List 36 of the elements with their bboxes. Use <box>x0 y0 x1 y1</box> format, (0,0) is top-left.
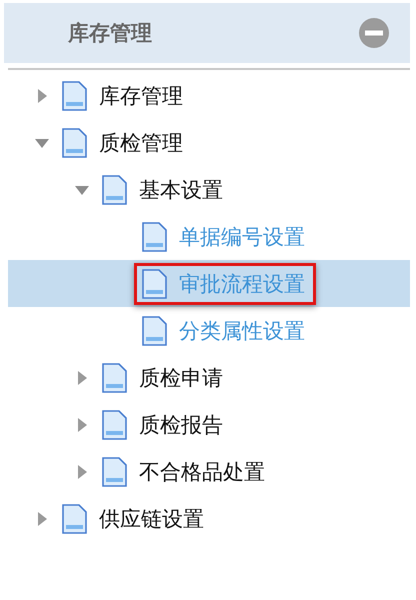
tree-label: 库存管理 <box>99 82 183 110</box>
tree-row[interactable]: 质检报告 <box>8 401 410 448</box>
document-icon <box>61 504 87 534</box>
tree-label: 基本设置 <box>139 176 223 204</box>
document-icon <box>61 80 87 110</box>
tree-label: 分类属性设置 <box>179 318 305 344</box>
document-icon <box>61 128 87 158</box>
tree-label: 不合格品处置 <box>139 458 265 486</box>
tree-label: 单据编号设置 <box>179 224 305 250</box>
tree-item[interactable]: 质检管理 <box>54 122 194 164</box>
document-icon <box>101 410 127 440</box>
document-icon <box>141 222 167 252</box>
document-icon <box>101 362 127 392</box>
document-icon <box>101 456 127 486</box>
tree-item[interactable]: 不合格品处置 <box>94 450 276 492</box>
tree-label: 质检管理 <box>99 130 183 156</box>
tree-row[interactable]: 供应链设置 <box>8 495 410 542</box>
collapse-icon[interactable] <box>358 17 390 49</box>
tree-item[interactable]: 质检申请 <box>94 356 234 398</box>
tree-item[interactable]: 供应链设置 <box>54 498 215 540</box>
panel-title: 库存管理 <box>68 20 152 47</box>
document-icon <box>101 174 127 204</box>
tree-label: 质检报告 <box>139 412 223 438</box>
tree-row[interactable]: 质检管理 <box>8 119 410 166</box>
tree-item[interactable]: 基本设置 <box>94 168 234 210</box>
tree-label: 质检申请 <box>139 364 223 392</box>
document-icon <box>141 268 167 298</box>
tree-row[interactable]: 不合格品处置 <box>8 448 410 495</box>
tree-row[interactable]: 基本设置 <box>8 166 410 213</box>
tree-row[interactable]: 库存管理 <box>8 72 410 119</box>
tree-item[interactable]: 库存管理 <box>54 74 194 116</box>
tree-row[interactable]: 质检申请 <box>8 354 410 401</box>
document-icon <box>141 316 167 346</box>
tree-label: 审批流程设置 <box>179 270 305 298</box>
tree-label: 供应链设置 <box>99 506 204 532</box>
tree-item[interactable]: 质检报告 <box>94 404 234 446</box>
